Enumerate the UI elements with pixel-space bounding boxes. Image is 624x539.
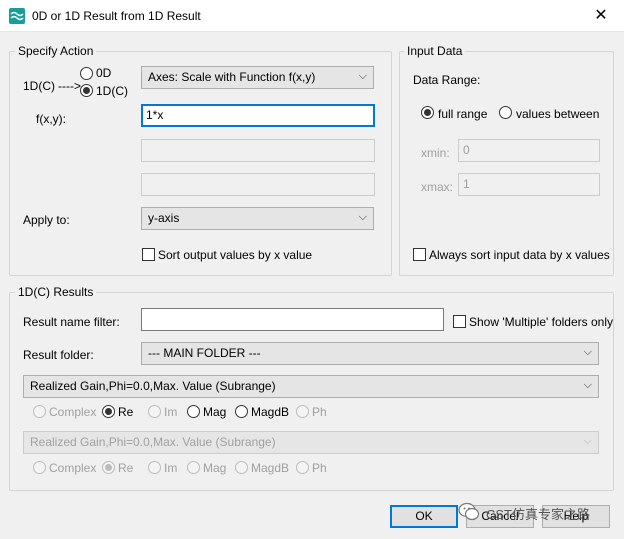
- always-sort-label: Always sort input data by x values: [429, 248, 610, 262]
- input-data-legend: Input Data: [404, 44, 466, 58]
- watermark-text: CST仿真专家之路: [486, 507, 591, 522]
- apply-to-value: y-axis: [148, 211, 180, 225]
- option-im-1: Im: [164, 405, 178, 419]
- radio-full-range[interactable]: [421, 106, 434, 119]
- folder-label: Result folder:: [23, 348, 94, 362]
- sort-output-checkbox[interactable]: [142, 248, 155, 261]
- result1-select[interactable]: Realized Gain,Phi=0.0,Max. Value (Subran…: [23, 375, 599, 398]
- specify-action-legend: Specify Action: [15, 44, 97, 58]
- always-sort-checkbox[interactable]: [413, 248, 426, 261]
- window-title: 0D or 1D Result from 1D Result: [32, 9, 201, 23]
- result2-select: Realized Gain,Phi=0.0,Max. Value (Subran…: [23, 431, 599, 454]
- radio-mag-2: [187, 461, 200, 474]
- xmax-label: xmax:: [421, 180, 454, 194]
- xmin-input: 0: [458, 139, 600, 162]
- radio-re-2: [102, 461, 115, 474]
- option-complex-1: Complex: [49, 405, 97, 419]
- watermark: CST仿真专家之路: [458, 501, 624, 525]
- values-between-label: values between: [516, 107, 600, 121]
- radio-mag-1[interactable]: [187, 405, 200, 418]
- radio-ph-1[interactable]: [296, 405, 309, 418]
- full-range-label: full range: [438, 107, 488, 121]
- radio-im-1[interactable]: [148, 405, 161, 418]
- title-bar: 0D or 1D Result from 1D Result ✕: [0, 0, 624, 32]
- show-multiple-label: Show 'Multiple' folders only: [469, 315, 613, 329]
- result2-value: Realized Gain,Phi=0.0,Max. Value (Subran…: [30, 435, 276, 449]
- chevron-down-icon: ⌵: [583, 435, 592, 447]
- result1-value: Realized Gain,Phi=0.0,Max. Value (Subran…: [30, 379, 276, 393]
- type-label: 1D(C): [23, 79, 55, 93]
- action-select[interactable]: Axes: Scale with Function f(x,y) ⌵: [141, 66, 374, 89]
- results-legend: 1D(C) Results: [15, 285, 97, 299]
- chevron-down-icon: ⌵: [583, 379, 592, 391]
- radio-1dc-label: 1D(C): [96, 84, 128, 98]
- option-complex-2: Complex: [49, 461, 97, 475]
- name-filter-input[interactable]: [141, 308, 444, 331]
- radio-ph-2: [296, 461, 309, 474]
- option-magdb-1: MagdB: [251, 405, 290, 419]
- apply-to-select[interactable]: y-axis ⌵: [141, 207, 374, 230]
- name-filter-label: Result name filter:: [23, 315, 120, 329]
- option-ph-1: Ph: [312, 405, 327, 419]
- radio-values-between[interactable]: [499, 106, 512, 119]
- radio-magdb-2: [235, 461, 248, 474]
- radio-0d[interactable]: [80, 67, 93, 80]
- option-re-2: Re: [118, 461, 134, 475]
- xmin-label: xmin:: [421, 146, 450, 160]
- option-ph-2: Ph: [312, 461, 327, 475]
- data-range-label: Data Range:: [413, 73, 481, 87]
- arrow-text: ---->: [58, 79, 81, 93]
- radio-complex-2: [33, 461, 46, 474]
- fxy-input[interactable]: 1*x: [141, 104, 375, 127]
- option-magdb-2: MagdB: [251, 461, 290, 475]
- folder-select[interactable]: --- MAIN FOLDER --- ⌵: [141, 342, 599, 365]
- apply-to-label: Apply to:: [23, 213, 70, 227]
- option-im-2: Im: [164, 461, 178, 475]
- radio-complex-1[interactable]: [33, 405, 46, 418]
- radio-1dc[interactable]: [80, 84, 93, 97]
- chevron-down-icon: ⌵: [583, 346, 592, 358]
- chevron-down-icon: ⌵: [358, 70, 367, 82]
- fxy-label: f(x,y):: [36, 112, 66, 126]
- ok-button[interactable]: OK: [390, 505, 458, 528]
- extra-field-1: [141, 139, 375, 162]
- chevron-down-icon: ⌵: [358, 211, 367, 223]
- wechat-icon: [458, 502, 480, 522]
- radio-re-1[interactable]: [102, 405, 115, 418]
- show-multiple-checkbox[interactable]: [453, 315, 466, 328]
- option-mag-1: Mag: [203, 405, 227, 419]
- folder-value: --- MAIN FOLDER ---: [148, 346, 261, 360]
- xmax-input: 1: [458, 173, 600, 196]
- option-mag-2: Mag: [203, 461, 227, 475]
- radio-im-2: [148, 461, 161, 474]
- radio-magdb-1[interactable]: [235, 405, 248, 418]
- action-select-value: Axes: Scale with Function f(x,y): [148, 70, 316, 84]
- close-button[interactable]: ✕: [578, 0, 624, 32]
- sort-output-label: Sort output values by x value: [158, 248, 313, 262]
- radio-0d-label: 0D: [96, 66, 112, 80]
- app-icon: [9, 8, 25, 24]
- option-re-1: Re: [118, 405, 134, 419]
- extra-field-2: [141, 173, 375, 196]
